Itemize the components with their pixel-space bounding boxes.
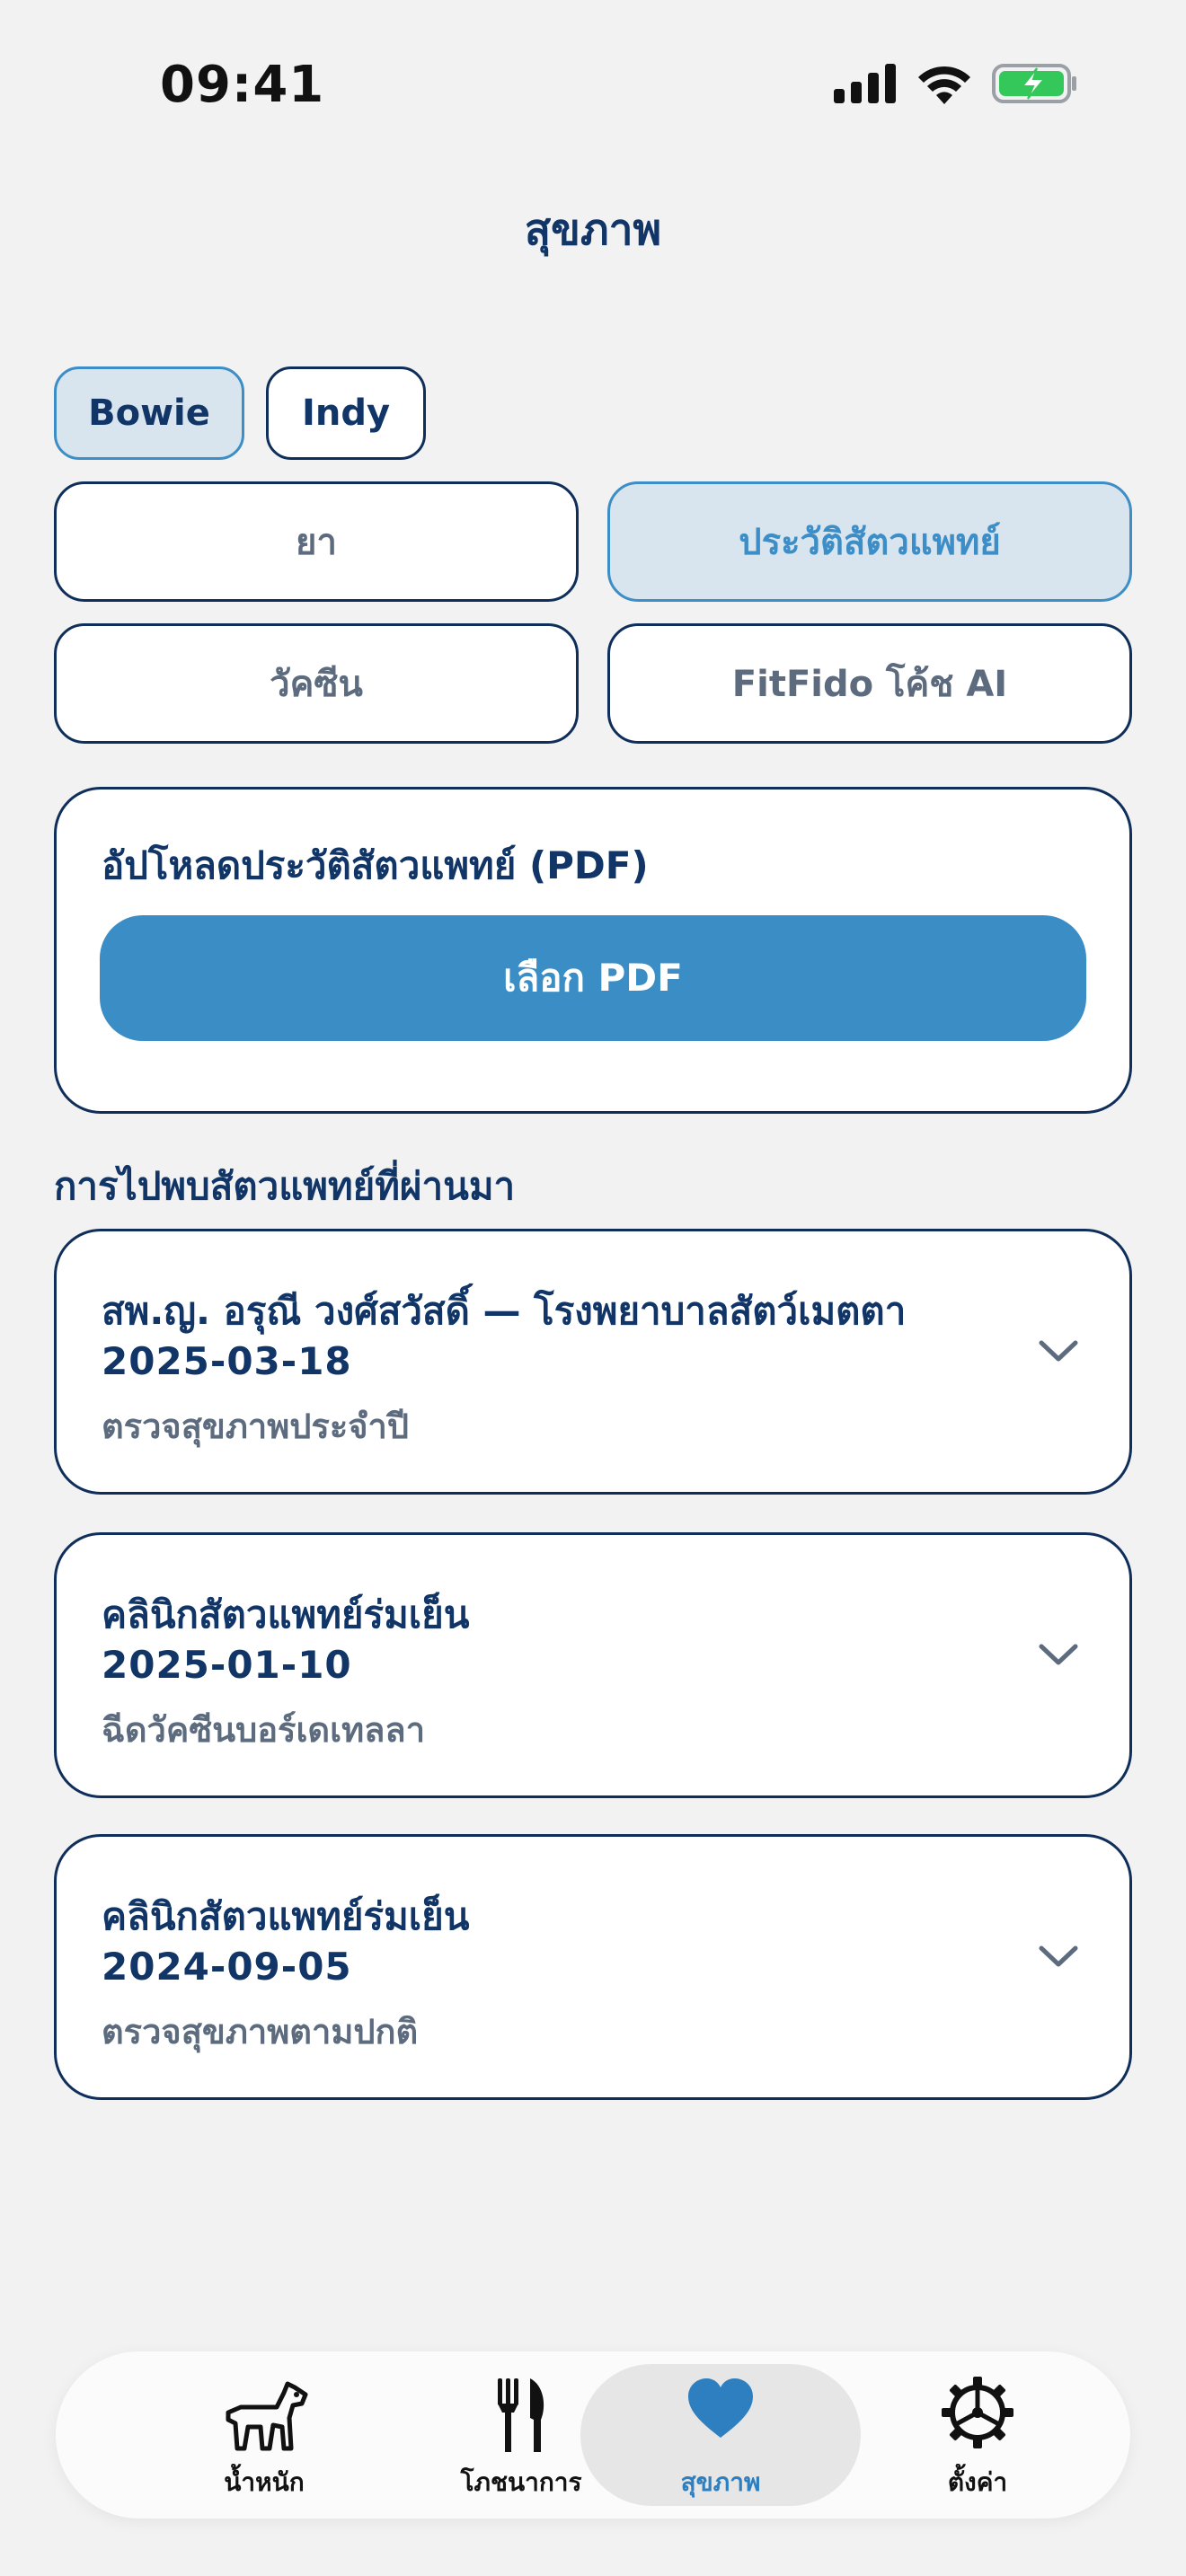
tab-health-label: สุขภาพ <box>680 2467 761 2497</box>
tab-settings[interactable]: ตั้งค่า <box>843 2351 1112 2519</box>
choose-pdf-button[interactable]: เลือก PDF <box>100 915 1086 1041</box>
visit-note: ตรวจสุขภาพตามปกติ <box>102 2012 419 2051</box>
visit-date: 2025-03-18 <box>102 1339 352 1383</box>
tab-ai-coach[interactable]: FitFido โค้ช AI <box>607 623 1132 744</box>
visit-card[interactable]: สพ.ญ. อรุณี วงศ์สวัสดิ์ — โรงพยาบาลสัตว์… <box>54 1229 1132 1495</box>
tab-weight[interactable]: น้ำหนัก <box>129 2351 399 2519</box>
past-visits-title: การไปพบสัตวแพทย์ที่ผ่านมา <box>54 1164 516 1208</box>
heart-icon <box>688 2378 753 2438</box>
pet-chip-indy[interactable]: Indy <box>266 366 426 460</box>
gear-icon <box>942 2377 1013 2448</box>
visit-date: 2025-01-10 <box>102 1643 352 1687</box>
bottom-tab-bar: น้ำหนัก โภชนาการ สุขภาพ ตั้งค่า <box>56 2351 1130 2519</box>
upload-card-title: อัปโหลดประวัติสัตวแพทย์ (PDF) <box>102 843 649 887</box>
tab-weight-label: น้ำหนัก <box>224 2467 305 2497</box>
battery-charging-icon <box>992 64 1076 103</box>
tab-vet-history[interactable]: ประวัติสัตวแพทย์ <box>607 481 1132 602</box>
visit-date: 2024-09-05 <box>102 1945 352 1989</box>
tab-medication[interactable]: ยา <box>54 481 579 602</box>
chevron-down-icon[interactable] <box>1038 1641 1079 1668</box>
chevron-down-icon[interactable] <box>1038 1943 1079 1970</box>
visit-clinic: คลินิกสัตวแพทย์ร่มเย็น <box>102 1592 470 1636</box>
dog-icon <box>226 2381 308 2451</box>
tab-vaccines[interactable]: วัคซีน <box>54 623 579 744</box>
status-icons <box>834 63 1078 104</box>
wifi-icon <box>918 66 970 104</box>
tab-health[interactable]: สุขภาพ <box>586 2351 855 2519</box>
tab-settings-label: ตั้งค่า <box>947 2467 1008 2497</box>
chevron-down-icon[interactable] <box>1038 1337 1079 1364</box>
status-time: 09:41 <box>160 56 325 114</box>
visit-note: ตรวจสุขภาพประจำปี <box>102 1407 409 1446</box>
visit-clinic: คลินิกสัตวแพทย์ร่มเย็น <box>102 1894 470 1938</box>
utensils-icon <box>498 2378 544 2452</box>
visit-note: ฉีดวัคซีนบอร์เดเทลลา <box>102 1710 426 1750</box>
upload-card: อัปโหลดประวัติสัตวแพทย์ (PDF) เลือก PDF <box>54 787 1132 1114</box>
pet-chip-bowie[interactable]: Bowie <box>54 366 244 460</box>
visit-card[interactable]: คลินิกสัตวแพทย์ร่มเย็น 2024-09-05 ตรวจสุ… <box>54 1834 1132 2100</box>
page-title: สุขภาพ <box>524 205 662 255</box>
visit-clinic: สพ.ญ. อรุณี วงศ์สวัสดิ์ — โรงพยาบาลสัตว์… <box>102 1289 907 1333</box>
cellular-signal-icon <box>834 64 896 103</box>
visit-card[interactable]: คลินิกสัตวแพทย์ร่มเย็น 2025-01-10 ฉีดวัค… <box>54 1532 1132 1798</box>
